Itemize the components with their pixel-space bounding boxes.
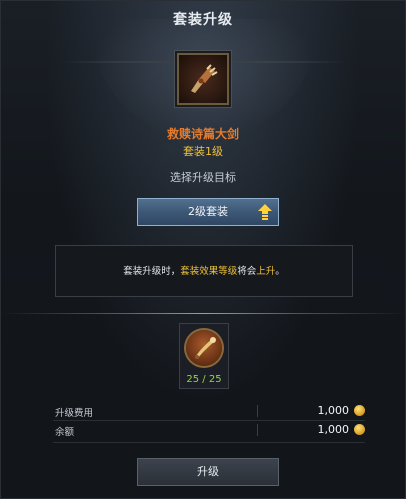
row-divider — [53, 442, 365, 443]
select-target-label: 选择升级目标 — [170, 171, 236, 184]
material-count: 25 / 25 — [186, 374, 222, 385]
gold-coin-icon — [354, 424, 365, 435]
material-icon-frame — [186, 330, 222, 366]
set-upgrade-window: 套装升级 救赎诗篇大剑 套装1级 选择升级目标 2级套装 套装升级时，套装效果等… — [0, 0, 406, 499]
cost-value: 1,000 — [317, 404, 350, 417]
item-slot[interactable] — [177, 53, 229, 105]
notice-suffix: 。 — [275, 266, 285, 277]
balance-separator — [257, 424, 258, 436]
upgrade-target-label: 2级套装 — [188, 205, 228, 218]
balance-label: 余额 — [55, 427, 75, 438]
upgrade-arrow-icon — [258, 204, 272, 220]
upgrade-notice: 套装升级时，套装效果等级将会上升。 — [55, 245, 353, 297]
notice-highlight-effect: 套装效果等级 — [180, 266, 238, 277]
notice-highlight-rise: 上升 — [256, 266, 276, 277]
cost-label: 升级费用 — [55, 408, 94, 419]
section-divider — [1, 313, 405, 314]
cost-separator — [257, 405, 258, 417]
cost-row-fee: 升级费用 1,000 — [53, 402, 365, 420]
gauntlet-icon — [191, 64, 218, 93]
gold-coin-icon — [354, 405, 365, 416]
material-slot[interactable]: 25 / 25 — [179, 323, 229, 389]
item-name: 救赎诗篇大剑 — [166, 127, 239, 141]
upgrade-button[interactable]: 升级 — [137, 458, 279, 486]
horn-icon — [195, 337, 216, 359]
upgrade-target-button[interactable]: 2级套装 — [137, 198, 279, 226]
item-set-level: 套装1级 — [183, 145, 223, 158]
balance-value: 1,000 — [317, 423, 350, 436]
notice-prefix: 套装升级时， — [123, 266, 181, 277]
notice-middle: 将会 — [237, 266, 257, 277]
cost-row-balance: 余额 1,000 — [53, 421, 365, 439]
window-title: 套装升级 — [173, 12, 233, 28]
